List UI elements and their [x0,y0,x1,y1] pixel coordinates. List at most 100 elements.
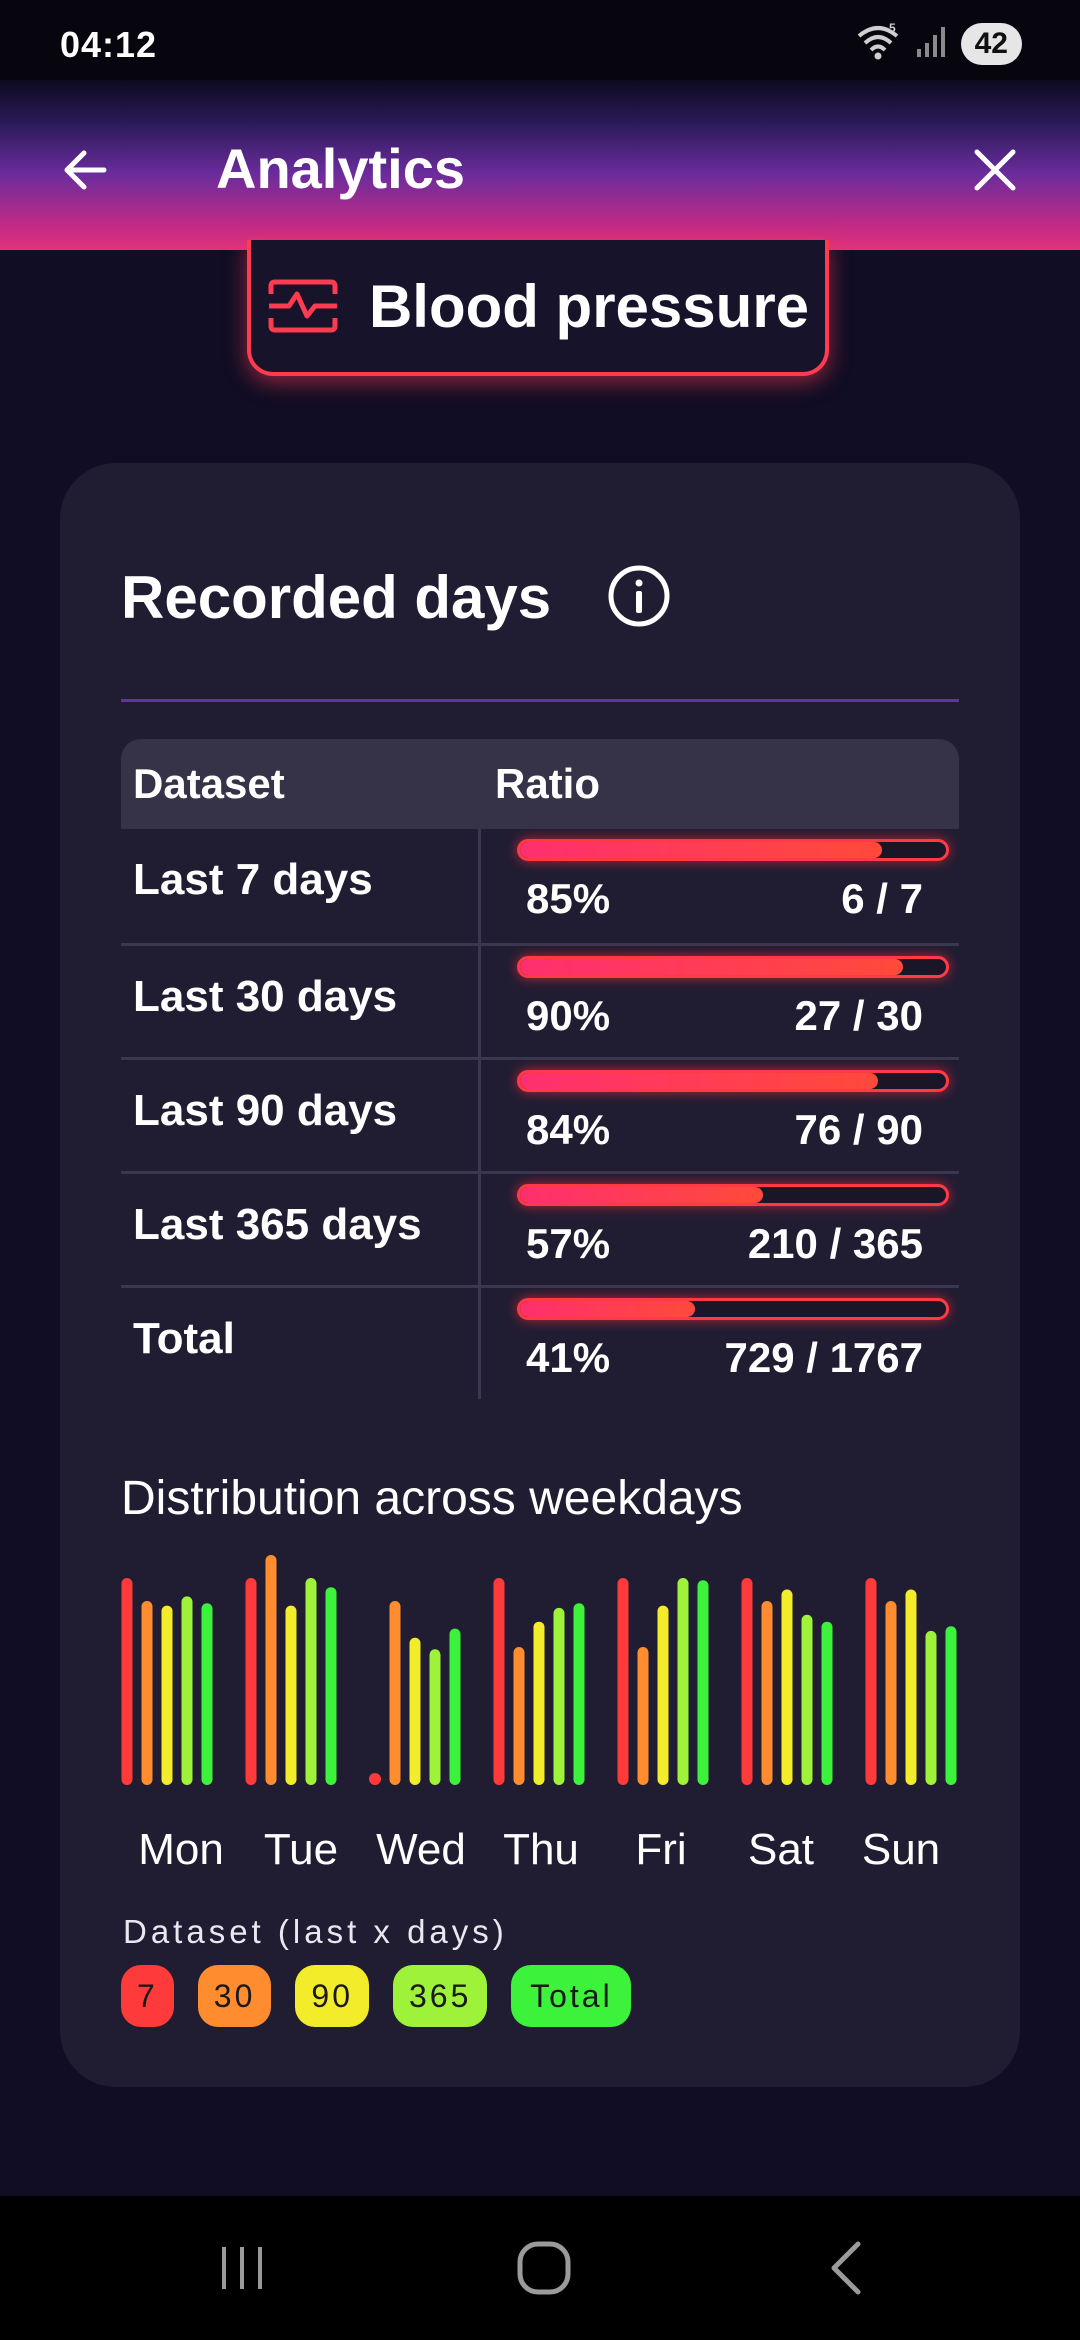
legend-chip[interactable]: Total [511,1965,632,2027]
recorded-days-table: Dataset Ratio Last 7 days 85% 6 / 7 Last 30… [121,739,959,1399]
dataset-name: Last 90 days [121,1060,481,1171]
weekday-label: Sat [747,1825,815,1874]
chart-bar-fri-90 [657,1605,669,1785]
close-icon [974,149,1016,191]
status-icons: 5 42 [855,21,1022,67]
ratio-count: 27 / 30 [794,992,923,1039]
chart-bar-thu-30 [513,1647,525,1785]
ratio-progress-fill [520,1073,878,1089]
ratio-cell: 84% 76 / 90 [481,1060,959,1171]
dataset-name: Last 7 days [121,829,481,943]
chart-bar-mon-total [201,1603,213,1785]
status-bar: 04:12 5 42 [0,0,1080,80]
chart-bar-sat-365 [801,1614,813,1785]
weekday-label: Sun [861,1825,941,1874]
chart-bar-thu-total [573,1603,585,1785]
arrow-left-icon [64,150,107,190]
ratio-percent: 90% [526,992,611,1039]
ratio-progress-bar [517,839,949,861]
table-row: Last 365 days 57% 210 / 365 [121,1171,959,1285]
system-nav-bar [0,2196,1080,2340]
metric-label: Blood pressure [368,272,810,340]
weekday-label: Mon [138,1825,224,1874]
close-button[interactable] [960,135,1030,205]
recent-apps-icon [222,2247,262,2289]
divider [121,699,959,702]
table-row: Last 7 days 85% 6 / 7 [121,829,959,943]
ratio-progress-bar [517,1298,949,1320]
legend-chip[interactable]: 30 [197,1965,272,2027]
chart-bar-tue-30 [265,1555,277,1785]
column-header-ratio: Ratio [495,760,600,807]
dataset-name: Total [121,1288,481,1399]
wifi-icon: 5 [855,21,901,67]
ratio-percent: 41% [526,1334,611,1381]
ratio-count: 729 / 1767 [724,1334,923,1381]
dataset-legend: 7 30 90 365 Total [121,1965,632,2027]
ratio-progress-bar [517,1070,949,1092]
chart-bar-mon-90 [161,1605,173,1785]
table-row: Last 90 days 84% 76 / 90 [121,1057,959,1171]
chart-bar-tue-7 [245,1578,257,1785]
weekday-distribution-chart [121,1555,957,1785]
weekday-label: Fri [635,1825,687,1874]
page-title: Analytics [216,137,465,200]
metric-selector[interactable]: Blood pressure [247,240,829,376]
recent-apps-button[interactable] [192,2226,292,2310]
ratio-cell: 57% 210 / 365 [481,1174,959,1285]
back-button[interactable] [50,135,120,205]
system-back-button[interactable] [797,2226,897,2310]
chart-bar-wed-90 [409,1637,421,1785]
app-bar: Analytics [0,80,1080,250]
ratio-progress-fill [520,842,883,858]
weekday-label: Thu [503,1825,579,1874]
chart-bar-wed-7 [369,1773,381,1785]
ratio-cell: 85% 6 / 7 [481,829,959,943]
chart-bar-mon-30 [141,1601,153,1785]
chart-bar-sun-30 [885,1601,897,1785]
dataset-name: Last 30 days [121,946,481,1057]
legend-chip[interactable]: 90 [295,1965,369,2027]
ratio-percent: 84% [526,1106,611,1153]
recorded-days-card: Recorded days Dataset Ratio Last 7 days 8… [60,463,1020,2087]
chart-bar-sun-7 [865,1578,877,1785]
chart-bar-wed-365 [429,1649,441,1785]
column-header-dataset: Dataset [133,760,285,807]
home-button[interactable] [494,2226,594,2310]
table-row: Total 41% 729 / 1767 [121,1285,959,1399]
dataset-name: Last 365 days [121,1174,481,1285]
ratio-progress-fill [520,1301,695,1317]
legend-chip[interactable]: 365 [392,1965,488,2027]
chart-bar-tue-total [325,1587,337,1785]
chart-bar-mon-365 [181,1596,193,1785]
chart-bar-tue-365 [305,1578,317,1785]
card-title: Recorded days [121,564,552,631]
ratio-count: 6 / 7 [841,875,923,922]
chart-bar-fri-7 [617,1578,629,1785]
ratio-percent: 85% [526,875,611,922]
info-icon [608,565,670,627]
ratio-cell: 41% 729 / 1767 [481,1288,959,1399]
distribution-title: Distribution across weekdays [121,1472,743,1525]
heart-monitor-icon [268,279,338,333]
ratio-percent: 57% [526,1220,611,1267]
chart-bar-fri-365 [677,1578,689,1785]
chart-bar-sun-total [945,1626,957,1785]
signal-icon [915,25,947,64]
home-icon [517,2241,571,2295]
info-button[interactable] [604,561,674,631]
chart-bar-thu-7 [493,1578,505,1785]
legend-chip[interactable]: 7 [121,1965,174,2027]
chart-bar-fri-30 [637,1647,649,1785]
chart-bar-sat-7 [741,1578,753,1785]
wifi-badge: 5 [889,22,896,35]
ratio-progress-bar [517,1184,949,1206]
chart-bar-sat-total [821,1621,833,1785]
weekday-label: Tue [263,1825,339,1874]
legend-label: Dataset (last x days) [123,1913,508,1950]
chart-bar-sun-365 [925,1630,937,1785]
battery-indicator: 42 [960,23,1022,65]
chart-bar-mon-7 [121,1578,133,1785]
ratio-progress-fill [520,1187,763,1203]
chart-bar-sat-30 [761,1601,773,1785]
